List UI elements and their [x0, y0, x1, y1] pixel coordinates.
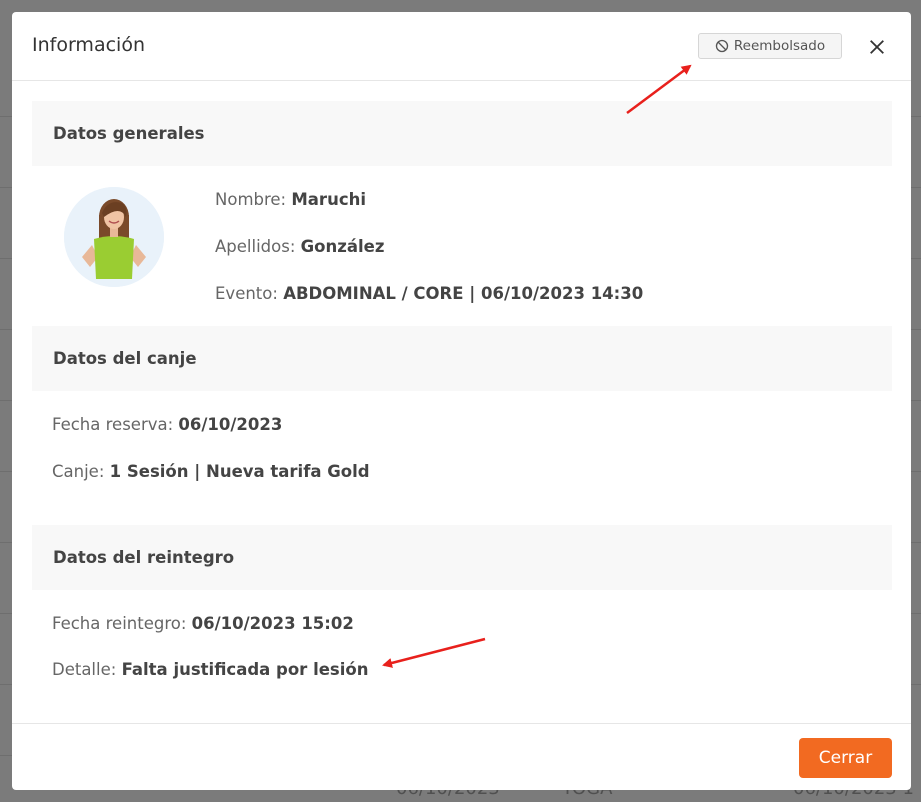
modal-header: Información Reembolsado — [12, 12, 911, 81]
bg-row-divider — [911, 187, 921, 188]
field-evento-value: ABDOMINAL / CORE | 06/10/2023 14:30 — [283, 284, 644, 303]
bg-row-divider — [911, 542, 921, 543]
field-detalle: Detalle: Falta justificada por lesión — [52, 660, 368, 679]
field-nombre-value: Maruchi — [291, 190, 366, 209]
field-canje-value: 1 Sesión | Nueva tarifa Gold — [109, 462, 370, 481]
close-dialog-button[interactable]: Cerrar — [799, 738, 892, 778]
field-apellidos: Apellidos: González — [215, 237, 384, 256]
bg-row-divider — [911, 471, 921, 472]
bg-row-divider — [911, 329, 921, 330]
field-apellidos-label: Apellidos: — [215, 237, 296, 256]
bg-row-divider — [911, 116, 921, 117]
field-apellidos-value: González — [300, 237, 385, 256]
field-fecha-reserva-value: 06/10/2023 — [178, 415, 283, 434]
section-canje-heading: Datos del canje — [32, 326, 892, 391]
field-canje-label: Canje: — [52, 462, 105, 481]
information-modal: Información Reembolsado Datos generales — [12, 12, 911, 790]
field-detalle-value: Falta justificada por lesión — [121, 660, 369, 679]
field-canje: Canje: 1 Sesión | Nueva tarifa Gold — [52, 462, 370, 481]
section-reintegro-heading: Datos del reintegro — [32, 525, 892, 590]
ban-icon — [715, 39, 729, 53]
field-detalle-label: Detalle: — [52, 660, 117, 679]
modal-title: Información — [32, 34, 145, 56]
status-badge-label: Reembolsado — [733, 38, 826, 54]
avatar — [64, 187, 164, 287]
bg-row-divider — [911, 613, 921, 614]
field-nombre-label: Nombre: — [215, 190, 287, 209]
field-fecha-reserva: Fecha reserva: 06/10/2023 — [52, 415, 282, 434]
avatar-image — [64, 187, 164, 287]
field-fecha-reintegro: Fecha reintegro: 06/10/2023 15:02 — [52, 614, 354, 633]
close-button[interactable] — [866, 36, 888, 58]
field-evento-label: Evento: — [215, 284, 278, 303]
status-badge: Reembolsado — [698, 33, 842, 59]
bg-row-divider — [911, 258, 921, 259]
field-nombre: Nombre: Maruchi — [215, 190, 366, 209]
section-general-heading: Datos generales — [32, 101, 892, 166]
modal-footer: Cerrar — [12, 723, 911, 790]
field-fecha-reintegro-value: 06/10/2023 15:02 — [191, 614, 354, 633]
bg-row-divider — [911, 400, 921, 401]
close-x-icon — [870, 40, 884, 54]
bg-row-divider — [911, 684, 921, 685]
field-fecha-reserva-label: Fecha reserva: — [52, 415, 174, 434]
field-evento: Evento: ABDOMINAL / CORE | 06/10/2023 14… — [215, 284, 643, 303]
field-fecha-reintegro-label: Fecha reintegro: — [52, 614, 187, 633]
